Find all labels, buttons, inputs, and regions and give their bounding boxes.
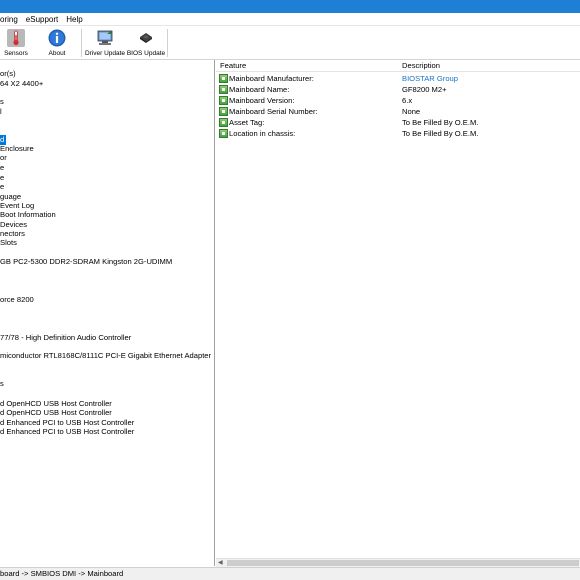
table-row[interactable]: Location in chassis: To Be Filled By O.E… bbox=[216, 128, 580, 139]
toolbar-separator bbox=[167, 29, 168, 57]
tree-item[interactable]: 77/78 - High Definition Audio Controller bbox=[0, 333, 131, 343]
tree-item[interactable]: Slots bbox=[0, 238, 17, 248]
sensors-button[interactable]: Sensors bbox=[2, 27, 30, 59]
scroll-left-icon[interactable]: ◀ bbox=[218, 560, 223, 567]
mainboard-property-icon bbox=[219, 107, 228, 116]
description-cell: 6.x bbox=[402, 96, 413, 105]
status-bar: board -> SMBIOS DMI -> Mainboard bbox=[0, 567, 580, 580]
tree-item[interactable]: miconductor RTL8168C/8111C PCI-E Gigabit… bbox=[0, 351, 211, 361]
tree-item[interactable]: 64 X2 4400+ bbox=[0, 79, 43, 89]
tree-item[interactable]: d Enhanced PCI to USB Host Controller bbox=[0, 427, 134, 437]
table-row[interactable]: Mainboard Serial Number: None bbox=[216, 106, 580, 117]
thermometer-icon bbox=[6, 28, 26, 48]
tree-item[interactable]: s bbox=[0, 379, 4, 389]
description-cell: GF8200 M2+ bbox=[402, 85, 447, 94]
table-row[interactable]: Mainboard Version: 6.x bbox=[216, 95, 580, 106]
driver-update-button[interactable]: Driver Update bbox=[84, 27, 126, 59]
feature-column-header[interactable]: Feature bbox=[220, 60, 246, 71]
window-titlebar bbox=[0, 0, 580, 13]
menu-help[interactable]: Help bbox=[62, 15, 86, 24]
tree-item[interactable]: Boot Information bbox=[0, 210, 56, 220]
tree-item[interactable]: l bbox=[0, 107, 2, 117]
mainboard-property-icon bbox=[219, 85, 228, 94]
driver-update-icon bbox=[95, 28, 115, 48]
tree-item[interactable]: e bbox=[0, 182, 4, 192]
mainboard-property-icon bbox=[219, 96, 228, 105]
toolbar: Sensors About Driver Update BIOS Update bbox=[0, 25, 580, 60]
tree-item[interactable]: orce 8200 bbox=[0, 295, 34, 305]
bios-update-button[interactable]: BIOS Update bbox=[127, 27, 165, 59]
tree-item[interactable]: s bbox=[0, 97, 4, 107]
header-divider bbox=[216, 71, 580, 72]
driver-update-label: Driver Update bbox=[84, 50, 126, 57]
tree-item[interactable]: d OpenHCD USB Host Controller bbox=[0, 408, 112, 418]
description-cell: None bbox=[402, 107, 421, 116]
feature-cell: Location in chassis: bbox=[229, 129, 296, 138]
feature-cell: Asset Tag: bbox=[229, 118, 265, 127]
mainboard-property-icon bbox=[219, 118, 228, 127]
mainboard-property-icon bbox=[219, 129, 228, 138]
mainboard-property-icon bbox=[219, 74, 228, 83]
details-pane: Feature Description Mainboard Manufactur… bbox=[216, 60, 580, 558]
chip-icon bbox=[136, 28, 156, 48]
tree-item[interactable]: or(s) bbox=[0, 69, 16, 79]
about-button[interactable]: About bbox=[44, 27, 70, 59]
tree-item[interactable]: GB PC2-5300 DDR2-SDRAM Kingston 2G-UDIMM bbox=[0, 257, 172, 267]
tree-item[interactable]: or bbox=[0, 153, 7, 163]
bios-update-label: BIOS Update bbox=[126, 50, 166, 57]
toolbar-separator bbox=[81, 29, 82, 57]
status-breadcrumb: board -> SMBIOS DMI -> Mainboard bbox=[0, 569, 124, 578]
scrollbar-thumb[interactable] bbox=[227, 560, 579, 566]
feature-cell: Mainboard Serial Number: bbox=[229, 107, 318, 116]
sensors-label: Sensors bbox=[4, 50, 28, 57]
description-cell: To Be Filled By O.E.M. bbox=[402, 129, 479, 138]
table-row[interactable]: Mainboard Name: GF8200 M2+ bbox=[216, 84, 580, 95]
tree-item[interactable]: e bbox=[0, 163, 4, 173]
hardware-tree[interactable]: or(s) 64 X2 4400+ s l d Enclosure or e e… bbox=[0, 60, 215, 566]
feature-cell: Mainboard Version: bbox=[229, 96, 295, 105]
description-column-header[interactable]: Description bbox=[402, 60, 440, 71]
manufacturer-link[interactable]: BIOSTAR Group bbox=[402, 73, 458, 84]
feature-cell: Mainboard Manufacturer: bbox=[229, 74, 314, 83]
description-cell: To Be Filled By O.E.M. bbox=[402, 118, 479, 127]
table-row[interactable]: Mainboard Manufacturer: BIOSTAR Group bbox=[216, 73, 580, 84]
table-row[interactable]: Asset Tag: To Be Filled By O.E.M. bbox=[216, 117, 580, 128]
horizontal-scrollbar[interactable]: ◀ bbox=[216, 558, 580, 567]
about-label: About bbox=[48, 50, 66, 57]
info-icon bbox=[47, 28, 67, 48]
menu-bar: oring eSupport Help bbox=[0, 13, 580, 25]
menu-monitoring[interactable]: oring bbox=[0, 15, 22, 24]
feature-cell: Mainboard Name: bbox=[229, 85, 290, 94]
menu-esupport[interactable]: eSupport bbox=[22, 15, 62, 24]
